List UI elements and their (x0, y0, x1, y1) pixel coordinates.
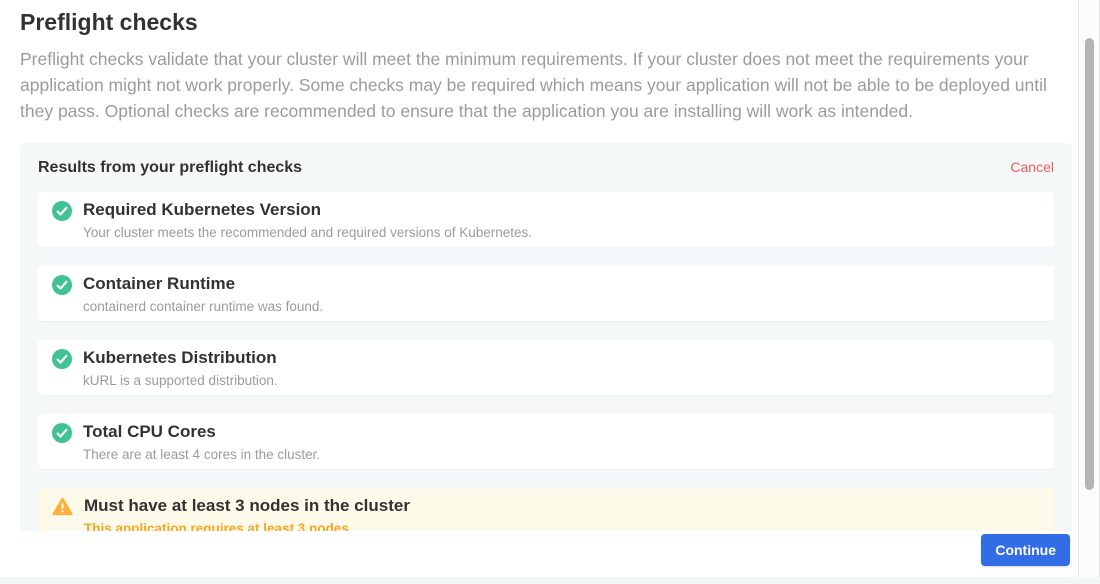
check-row: Total CPU Cores There are at least 4 cor… (38, 414, 1054, 469)
check-message: This application requires at least 3 nod… (84, 521, 410, 531)
check-row: Container Runtime containerd container r… (38, 266, 1054, 321)
check-text: Must have at least 3 nodes in the cluste… (84, 495, 410, 531)
preflight-page: Preflight checks Preflight checks valida… (0, 0, 1100, 584)
check-row: Kubernetes Distribution kURL is a suppor… (38, 340, 1054, 395)
check-message: kURL is a supported distribution. (83, 373, 278, 389)
cancel-button[interactable]: Cancel (1010, 159, 1054, 175)
success-check-icon (52, 275, 72, 295)
success-check-icon (52, 349, 72, 369)
warning-triangle-icon (52, 497, 73, 516)
check-message: Your cluster meets the recommended and r… (83, 225, 532, 241)
check-text: Total CPU Cores There are at least 4 cor… (83, 421, 320, 463)
check-row: Must have at least 3 nodes in the cluste… (38, 488, 1054, 531)
check-title: Required Kubernetes Version (83, 199, 532, 220)
scrollbar[interactable] (1078, 0, 1100, 577)
page-bottom-strip (0, 577, 1100, 584)
check-title: Total CPU Cores (83, 421, 320, 442)
check-message: There are at least 4 cores in the cluste… (83, 447, 320, 463)
page-description: Preflight checks validate that your clus… (20, 46, 1062, 124)
continue-button[interactable]: Continue (981, 534, 1070, 566)
check-list: Required Kubernetes Version Your cluster… (38, 192, 1054, 531)
page-title: Preflight checks (20, 9, 1078, 35)
scrollbar-thumb[interactable] (1085, 38, 1094, 490)
success-check-icon (52, 423, 72, 443)
footer-bar: Continue (0, 531, 1078, 577)
check-text: Required Kubernetes Version Your cluster… (83, 199, 532, 241)
success-check-icon (52, 201, 72, 221)
check-text: Kubernetes Distribution kURL is a suppor… (83, 347, 278, 389)
panel-header: Results from your preflight checks Cance… (38, 159, 1054, 177)
preflight-results-panel: Results from your preflight checks Cance… (20, 143, 1072, 531)
scroll-area[interactable]: Preflight checks Preflight checks valida… (0, 0, 1078, 531)
panel-heading: Results from your preflight checks (38, 159, 302, 177)
check-row: Required Kubernetes Version Your cluster… (38, 192, 1054, 247)
check-title: Must have at least 3 nodes in the cluste… (84, 495, 410, 516)
check-title: Container Runtime (83, 273, 323, 294)
check-message: containerd container runtime was found. (83, 299, 323, 315)
check-title: Kubernetes Distribution (83, 347, 278, 368)
check-text: Container Runtime containerd container r… (83, 273, 323, 315)
